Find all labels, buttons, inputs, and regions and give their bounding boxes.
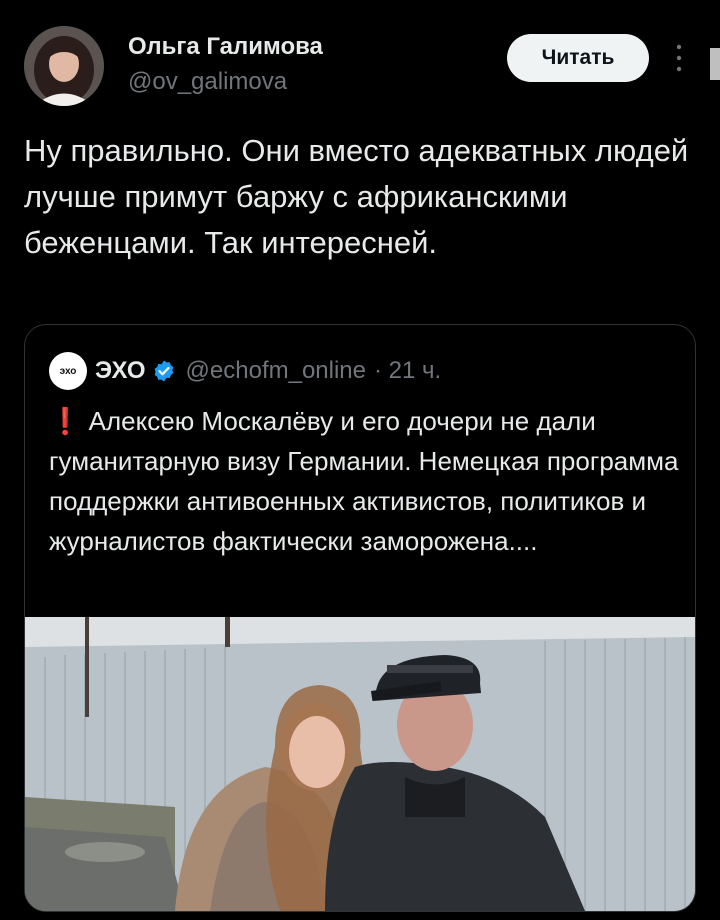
follow-button[interactable]: Читать: [507, 34, 649, 82]
author-avatar[interactable]: [24, 26, 104, 106]
alert-icon: ❗: [49, 406, 82, 436]
verified-badge-icon: [154, 360, 173, 382]
quoted-header: эхо ЭХО @echofm_online · 21 ч.: [49, 351, 441, 391]
avatar-photo: [24, 26, 104, 106]
more-options-icon[interactable]: [672, 42, 686, 74]
photo-illustration: [25, 617, 695, 911]
quoted-text: ❗ Алексею Москалёву и его дочери не дали…: [49, 401, 679, 561]
quoted-author-handle[interactable]: @echofm_online: [186, 357, 366, 385]
side-scroll-indicator: [710, 48, 720, 80]
quoted-timestamp[interactable]: · 21 ч.: [374, 357, 441, 385]
tweet-header: Ольга Галимова @ov_galimova Читать: [0, 0, 720, 110]
quoted-author-name[interactable]: ЭХО: [95, 357, 146, 385]
quoted-avatar[interactable]: эхо: [49, 352, 87, 390]
tweet-text: Ну правильно. Они вместо адекватных люде…: [24, 133, 689, 260]
quoted-text-body: Алексею Москалёву и его дочери не дали г…: [49, 406, 679, 556]
author-handle[interactable]: @ov_galimova: [128, 68, 287, 96]
quoted-tweet[interactable]: эхо ЭХО @echofm_online · 21 ч. ❗ Алексею…: [24, 324, 696, 912]
quoted-media-photo[interactable]: [25, 617, 695, 911]
author-name[interactable]: Ольга Галимова: [128, 33, 323, 61]
